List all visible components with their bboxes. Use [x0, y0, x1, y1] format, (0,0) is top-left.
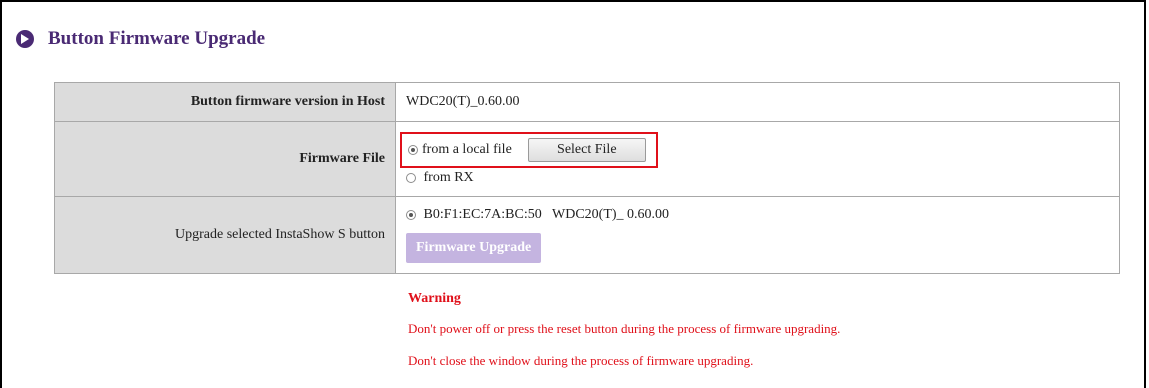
host-version-value: WDC20(T)_0.60.00: [395, 82, 1120, 122]
highlight-box: from a local file Select File: [400, 132, 658, 168]
warning-block: Warning Don't power off or press the res…: [408, 291, 840, 385]
host-version-label: Button firmware version in Host: [54, 82, 396, 122]
select-file-button[interactable]: Select File: [527, 138, 646, 162]
firmware-file-options: from a local file Select File from RX: [395, 121, 1120, 197]
upgrade-device-cell: B0:F1:EC:7A:BC:50 WDC20(T)_ 0.60.00 Firm…: [395, 196, 1120, 274]
firmware-table: Button firmware version in Host WDC20(T)…: [54, 82, 1120, 274]
warning-line-1: Don't power off or press the reset butto…: [408, 321, 841, 336]
firmware-upgrade-button[interactable]: Firmware Upgrade: [406, 233, 542, 263]
table-row: Firmware File from a local file Select F…: [54, 121, 1120, 197]
warning-title: Warning: [408, 291, 461, 306]
local-file-label[interactable]: from a local file: [422, 142, 512, 158]
section-header: Button Firmware Upgrade: [16, 28, 265, 50]
play-circle-icon: [16, 30, 34, 48]
warning-line-2: Don't close the window during the proces…: [408, 353, 754, 368]
section-title: Button Firmware Upgrade: [48, 28, 266, 49]
firmware-file-label: Firmware File: [54, 121, 396, 197]
firmware-panel: Button Firmware Upgrade Button firmware …: [0, 0, 1146, 388]
table-row: Upgrade selected InstaShow S button B0:F…: [54, 196, 1120, 274]
rx-radio[interactable]: [406, 172, 416, 183]
rx-label[interactable]: from RX: [424, 170, 474, 185]
device-option[interactable]: B0:F1:EC:7A:BC:50 WDC20(T)_ 0.60.00: [406, 207, 1118, 223]
rx-option[interactable]: from RX: [406, 170, 1118, 186]
device-radio[interactable]: [406, 209, 416, 220]
table-row: Button firmware version in Host WDC20(T)…: [54, 82, 1120, 122]
local-file-radio[interactable]: [408, 145, 418, 155]
upgrade-button-label: Upgrade selected InstaShow S button: [54, 196, 396, 274]
device-label[interactable]: B0:F1:EC:7A:BC:50 WDC20(T)_ 0.60.00: [424, 207, 670, 222]
